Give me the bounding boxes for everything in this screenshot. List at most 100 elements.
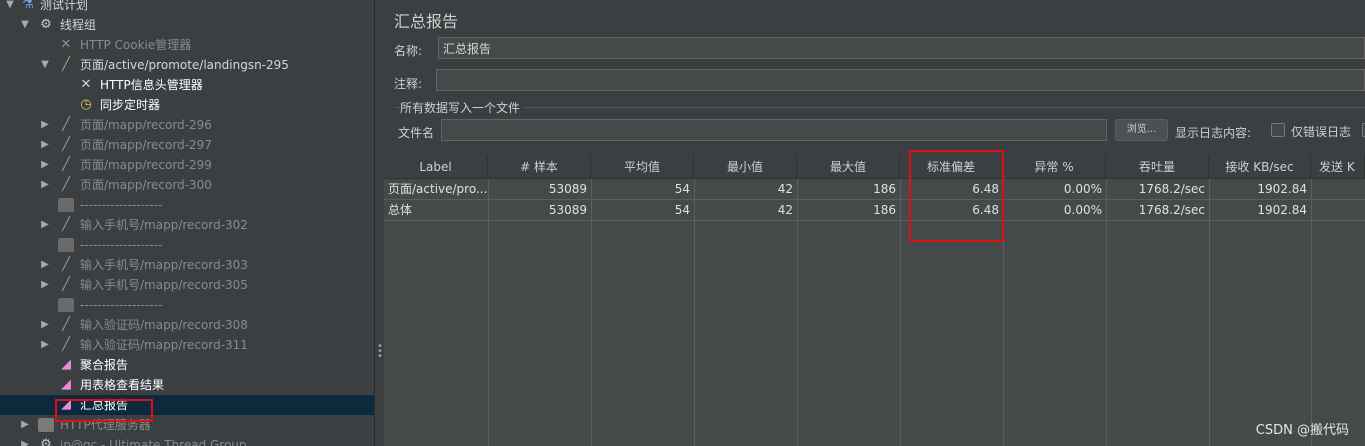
- tree-item-label: 页面/mapp/record-300: [80, 178, 212, 192]
- table-cell[interactable]: 42: [694, 179, 797, 200]
- chevron-right-icon[interactable]: ▶: [39, 115, 51, 135]
- tree-item-record-305[interactable]: ▶ ╱ 输入手机号/mapp/record-305: [0, 275, 374, 295]
- tree-item-label: -------------------: [80, 238, 163, 252]
- tree-item-sampler-landing[interactable]: ▼ ╱ 页面/active/promote/landingsn-295: [0, 55, 374, 75]
- flask-icon: ⚗: [22, 0, 34, 12]
- pipette-icon: ╱: [62, 337, 70, 352]
- splitter-grip-icon[interactable]: • • •: [377, 342, 383, 362]
- group-divider: [394, 107, 1365, 108]
- tree-item-aggregate-report[interactable]: ◢ 聚合报告: [0, 355, 374, 375]
- chevron-right-icon[interactable]: ▶: [19, 415, 31, 435]
- column-header-samples[interactable]: # 样本: [488, 155, 591, 179]
- tree-item-label: -------------------: [80, 298, 163, 312]
- timer-icon: ◷: [80, 97, 92, 112]
- tree-item-record-299[interactable]: ▶ ╱ 页面/mapp/record-299: [0, 155, 374, 175]
- proxy-icon: [38, 418, 54, 432]
- table-cell[interactable]: 186: [797, 179, 900, 200]
- column-header-average[interactable]: 平均值: [591, 155, 694, 179]
- tree-item-view-results-table[interactable]: ◢ 用表格查看结果: [0, 375, 374, 395]
- chevron-right-icon[interactable]: ▶: [39, 315, 51, 335]
- table-cell[interactable]: [1311, 179, 1365, 200]
- tree-item-ultimate-thread-group[interactable]: ▶ ⚙ jp@gc - Ultimate Thread Group: [0, 435, 374, 446]
- tree-item-separator[interactable]: -------------------: [0, 235, 374, 255]
- chevron-right-icon[interactable]: ▶: [39, 215, 51, 235]
- table-cell[interactable]: 1902.84: [1209, 179, 1311, 200]
- pipette-icon: ╱: [62, 57, 70, 72]
- table-cell[interactable]: 总体: [384, 200, 488, 221]
- column-header-max[interactable]: 最大值: [797, 155, 900, 179]
- table-cell[interactable]: [1311, 200, 1365, 221]
- table-cell[interactable]: 54: [591, 200, 694, 221]
- tree-item-separator[interactable]: -------------------: [0, 195, 374, 215]
- tree-item-header-manager[interactable]: ✕ HTTP信息头管理器: [0, 75, 374, 95]
- tree-item-label: 输入验证码/mapp/record-311: [80, 338, 248, 352]
- table-cell[interactable]: 54: [591, 179, 694, 200]
- table-cell[interactable]: 53089: [488, 179, 591, 200]
- annotation-highlight-box: [909, 150, 1004, 242]
- table-cell[interactable]: 0.00%: [1003, 179, 1106, 200]
- pipette-icon: ╱: [62, 177, 70, 192]
- table-cell[interactable]: 1768.2/sec: [1106, 179, 1209, 200]
- tree-item-label: -------------------: [80, 198, 163, 212]
- block-icon: [58, 198, 74, 212]
- tree-item-record-308[interactable]: ▶ ╱ 输入验证码/mapp/record-308: [0, 315, 374, 335]
- comment-field[interactable]: [436, 69, 1365, 91]
- filename-field[interactable]: [441, 119, 1107, 141]
- wrench-icon: ✕: [60, 37, 72, 52]
- tree-item-record-297[interactable]: ▶ ╱ 页面/mapp/record-297: [0, 135, 374, 155]
- chevron-right-icon[interactable]: ▶: [39, 175, 51, 195]
- tree-item-label: 线程组: [60, 18, 97, 32]
- table-cell[interactable]: 186: [797, 200, 900, 221]
- chevron-right-icon[interactable]: ▶: [39, 335, 51, 355]
- tree-item-label: 页面/mapp/record-297: [80, 138, 212, 152]
- chevron-right-icon[interactable]: ▶: [39, 155, 51, 175]
- column-header-received-kb[interactable]: 接收 KB/sec: [1209, 155, 1311, 179]
- errors-only-label: 仅错误日志: [1291, 125, 1352, 139]
- name-field[interactable]: 汇总报告: [438, 37, 1365, 59]
- table-cell[interactable]: 页面/active/pro...: [384, 179, 488, 200]
- table-cell[interactable]: 1768.2/sec: [1106, 200, 1209, 221]
- column-header-throughput[interactable]: 吞吐量: [1106, 155, 1209, 179]
- pipette-icon: ╱: [62, 137, 70, 152]
- column-header-error-pct[interactable]: 异常 %: [1003, 155, 1106, 179]
- tree-item-record-300[interactable]: ▶ ╱ 页面/mapp/record-300: [0, 175, 374, 195]
- pipette-icon: ╱: [62, 217, 70, 232]
- tree-item-separator[interactable]: -------------------: [0, 295, 374, 315]
- table-cell[interactable]: 1902.84: [1209, 200, 1311, 221]
- tree-item-label: jp@gc - Ultimate Thread Group: [60, 438, 247, 446]
- summary-table: Label # 样本 平均值 最小值 最大值 标准偏差 异常 % 吞吐量 接收 …: [384, 155, 1365, 446]
- chevron-down-icon[interactable]: ▼: [39, 55, 51, 75]
- file-group-title: 所有数据写入一个文件: [400, 99, 525, 116]
- pipette-icon: ╱: [62, 257, 70, 272]
- tree-item-label: 输入手机号/mapp/record-302: [80, 218, 248, 232]
- errors-only-checkbox[interactable]: [1271, 123, 1285, 137]
- tree-item-cookie-manager[interactable]: ✕ HTTP Cookie管理器: [0, 35, 374, 55]
- tree-item-record-296[interactable]: ▶ ╱ 页面/mapp/record-296: [0, 115, 374, 135]
- tree-item-sync-timer[interactable]: ◷ 同步定时器: [0, 95, 374, 115]
- column-header-min[interactable]: 最小值: [694, 155, 797, 179]
- pipette-icon: ╱: [62, 117, 70, 132]
- column-header-sent-kb[interactable]: 发送 K: [1311, 155, 1365, 179]
- log-content-label: 显示日志内容:: [1175, 126, 1252, 140]
- tree-item-test-plan[interactable]: ▼ ⚗ 测试计划: [0, 0, 374, 15]
- tree-item-label: 同步定时器: [100, 98, 161, 112]
- tree-item-record-311[interactable]: ▶ ╱ 输入验证码/mapp/record-311: [0, 335, 374, 355]
- table-cell[interactable]: 42: [694, 200, 797, 221]
- table-cell[interactable]: 53089: [488, 200, 591, 221]
- chevron-right-icon[interactable]: ▶: [19, 435, 31, 446]
- chevron-down-icon[interactable]: ▼: [4, 0, 16, 15]
- tree-item-record-302[interactable]: ▶ ╱ 输入手机号/mapp/record-302: [0, 215, 374, 235]
- block-icon: [58, 298, 74, 312]
- tree-item-record-303[interactable]: ▶ ╱ 输入手机号/mapp/record-303: [0, 255, 374, 275]
- tree-item-label: 输入手机号/mapp/record-303: [80, 258, 248, 272]
- browse-button[interactable]: 浏览...: [1115, 119, 1168, 141]
- gear-icon: ⚙: [40, 17, 52, 32]
- chevron-down-icon[interactable]: ▼: [19, 15, 31, 35]
- column-header-label[interactable]: Label: [384, 155, 488, 179]
- chevron-right-icon[interactable]: ▶: [39, 275, 51, 295]
- tree-item-thread-group[interactable]: ▼ ⚙ 线程组: [0, 15, 374, 35]
- table-cell[interactable]: 0.00%: [1003, 200, 1106, 221]
- test-plan-tree: ▼ ⚗ 测试计划 ▼ ⚙ 线程组 ✕ HTTP Cookie管理器 ▼ ╱ 页面…: [0, 0, 374, 446]
- chevron-right-icon[interactable]: ▶: [39, 255, 51, 275]
- chevron-right-icon[interactable]: ▶: [39, 135, 51, 155]
